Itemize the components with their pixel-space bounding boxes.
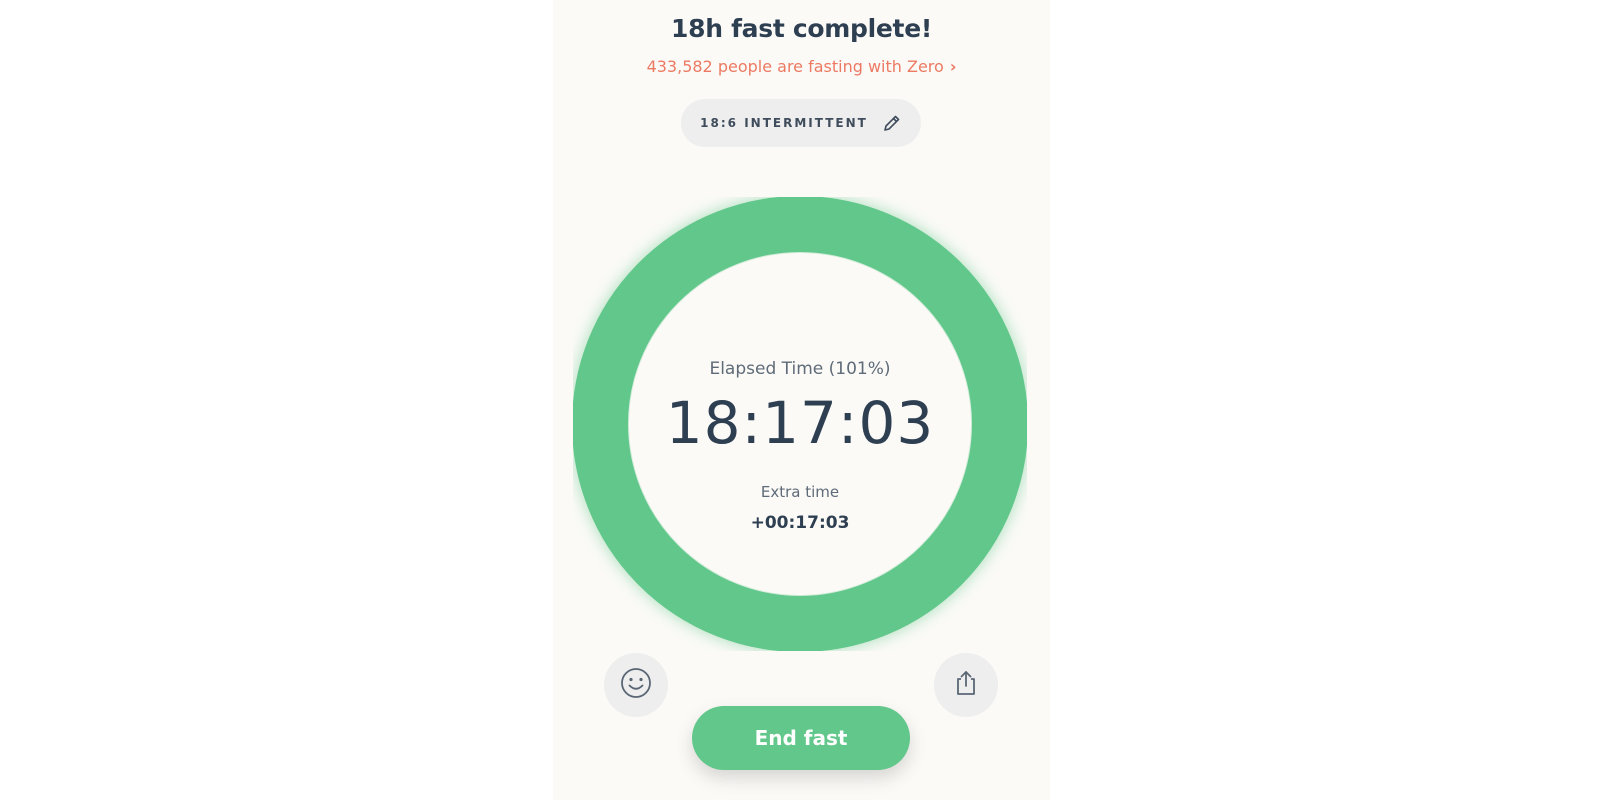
elapsed-time-value: 18:17:03 — [665, 389, 935, 457]
app-screen: 18h fast complete! 433,582 people are fa… — [553, 0, 1050, 800]
pencil-icon[interactable] — [882, 113, 902, 133]
fasting-plan-label: 18:6 INTERMITTENT — [700, 116, 868, 130]
fasting-plan-button[interactable]: 18:6 INTERMITTENT — [681, 99, 921, 147]
end-fast-button[interactable]: End fast — [692, 706, 910, 770]
community-link[interactable]: 433,582 people are fasting with Zero › — [553, 57, 1050, 76]
fasting-timer-ring: Elapsed Time (101%) 18:17:03 Extra time … — [573, 197, 1027, 651]
chevron-right-icon: › — [949, 57, 957, 76]
community-text: 433,582 people are fasting with Zero — [646, 57, 944, 76]
share-icon — [951, 668, 981, 702]
share-button[interactable] — [934, 653, 998, 717]
mood-button[interactable] — [604, 653, 668, 717]
page-title: 18h fast complete! — [671, 14, 932, 43]
extra-time-label: Extra time — [760, 483, 840, 501]
smiley-icon — [619, 666, 653, 704]
elapsed-time-label: Elapsed Time (101%) — [709, 359, 891, 379]
extra-time-value: +00:17:03 — [750, 513, 850, 533]
